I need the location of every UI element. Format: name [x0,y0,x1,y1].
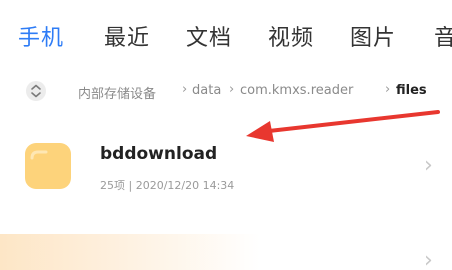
tab-phone[interactable]: 手机 [18,20,64,52]
breadcrumb-separator: › [385,82,391,97]
chevron-right-icon: › [424,153,433,178]
folder-name: bddownload [100,144,218,164]
tab-videos[interactable]: 视频 [268,20,314,52]
chevron-right-icon: › [424,248,433,270]
tab-images[interactable]: 图片 [350,20,396,52]
breadcrumb-separator: › [182,82,188,97]
up-down-chevron-icon [31,84,41,98]
breadcrumb-package[interactable]: com.kmxs.reader [240,83,353,98]
folder-meta: 25项 | 2020/12/20 14:34 [100,179,235,192]
list-item[interactable]: › [0,234,452,270]
tab-audio[interactable]: 音 [434,20,452,52]
breadcrumb-files[interactable]: files [396,83,427,98]
annotation-arrow-icon [246,110,440,142]
tab-documents[interactable]: 文档 [186,20,232,52]
breadcrumb-internal-storage[interactable]: 内部存储设备 [78,83,156,102]
folder-icon [24,142,72,190]
expand-path-button[interactable] [26,81,46,101]
item-thumbnail [0,234,260,270]
breadcrumb-data[interactable]: data [192,83,221,98]
breadcrumb: 内部存储设备 › data › com.kmxs.reader › files [0,76,452,106]
breadcrumb-separator: › [229,82,235,97]
tab-recent[interactable]: 最近 [104,20,150,52]
category-tabs: 手机 最近 文档 视频 图片 音 [0,0,452,70]
